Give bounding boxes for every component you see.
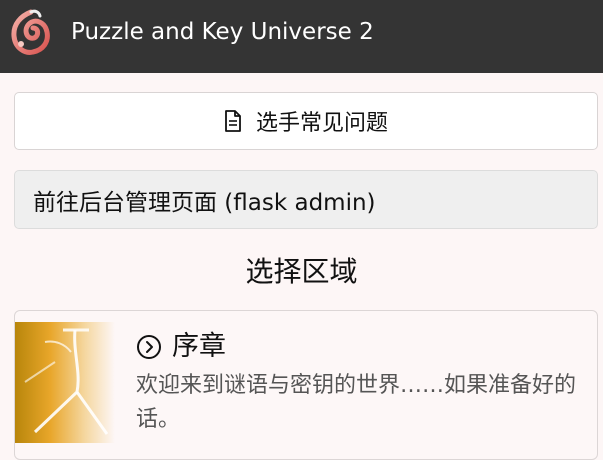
- document-icon: [224, 110, 242, 132]
- area-card-prologue[interactable]: 序章 欢迎来到谜语与密钥的世界……如果准备好的话。: [14, 310, 598, 460]
- top-navbar: Puzzle and Key Universe 2: [0, 0, 603, 73]
- app-title[interactable]: Puzzle and Key Universe 2: [71, 16, 374, 48]
- area-name: 序章: [172, 331, 226, 362]
- chevron-right-circle-icon: [136, 334, 162, 360]
- area-description: 欢迎来到谜语与密钥的世界……如果准备好的话。: [136, 373, 577, 432]
- area-thumbnail-image: [15, 322, 115, 443]
- spiral-logo-icon[interactable]: [9, 8, 53, 56]
- admin-button[interactable]: 前往后台管理页面 (flask admin): [14, 170, 598, 229]
- faq-button-label: 选手常见问题: [255, 111, 388, 136]
- section-title: 选择区域: [245, 255, 358, 288]
- area-name-row: 序章: [136, 329, 226, 365]
- faq-button[interactable]: 选手常见问题: [14, 92, 598, 150]
- admin-button-label: 前往后台管理页面 (flask admin): [33, 189, 376, 216]
